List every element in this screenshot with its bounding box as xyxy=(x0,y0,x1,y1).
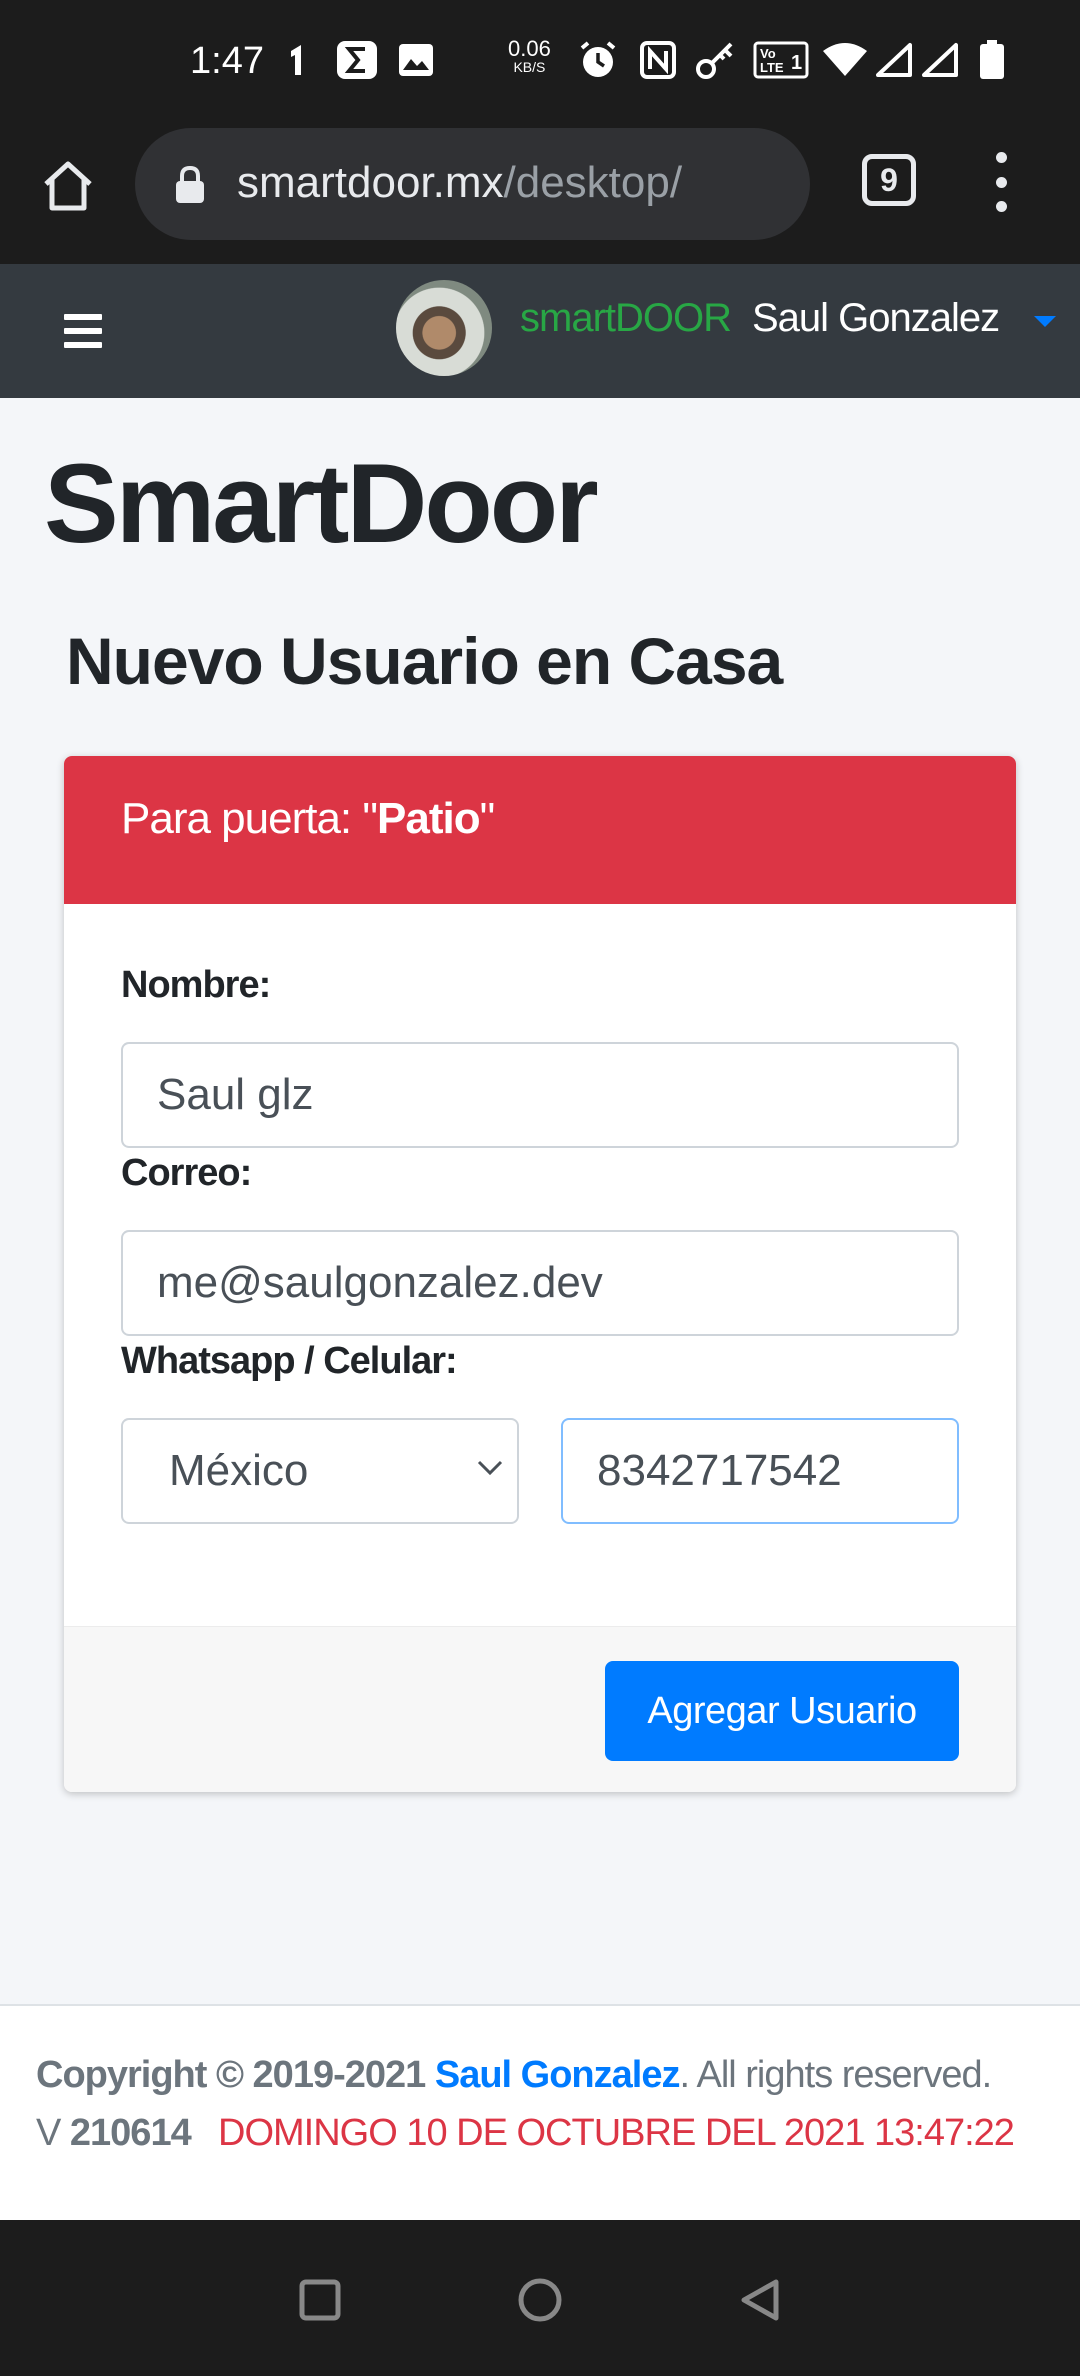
status-bar: 1:47 0.06 KB/S Vo LTE 1 xyxy=(0,0,1080,124)
vpn-key-icon xyxy=(694,40,738,80)
name-field[interactable]: Saul glz xyxy=(121,1042,959,1148)
network-speed: 0.06 KB/S xyxy=(508,38,551,76)
battery-icon xyxy=(978,40,1006,80)
svg-text:LTE: LTE xyxy=(760,60,784,75)
recents-button[interactable] xyxy=(290,2270,350,2330)
notification-icon xyxy=(284,40,312,80)
speed-unit: KB/S xyxy=(513,59,546,75)
add-user-button[interactable]: Agregar Usuario xyxy=(605,1661,959,1761)
caret-down-icon[interactable] xyxy=(1034,316,1056,327)
country-select[interactable]: México xyxy=(121,1418,519,1524)
subtitle-place: Casa xyxy=(628,624,783,698)
volte-icon: Vo LTE 1 xyxy=(752,40,810,80)
phone-field[interactable]: 8342717542 xyxy=(561,1418,959,1524)
signal-icon-2 xyxy=(920,40,960,80)
sigma-app-icon xyxy=(336,40,378,80)
home-icon xyxy=(44,161,92,211)
new-user-card: Para puerta: "Patio" Nombre: Saul glz Co… xyxy=(64,756,1016,1792)
copyright: Copyright © 2019-2021 Saul Gonzalez. All… xyxy=(36,2054,992,2097)
recents-icon xyxy=(299,2279,341,2321)
url-domain: smartdoor.mx xyxy=(237,158,504,207)
page-footer: Copyright © 2019-2021 Saul Gonzalez. All… xyxy=(0,2004,1080,2220)
copyright-prefix: Copyright © xyxy=(36,2054,253,2096)
card-footer: Agregar Usuario xyxy=(64,1626,1016,1792)
brand-name: smartDOOR xyxy=(520,296,732,340)
url-path: /desktop/ xyxy=(503,158,683,207)
page-subtitle: Nuevo Usuario en Casa xyxy=(66,628,783,694)
card-header: Para puerta: "Patio" xyxy=(64,756,1016,904)
copyright-years: 2019-2021 xyxy=(252,2054,427,2096)
nfc-icon xyxy=(638,40,678,80)
door-heading-suffix: " xyxy=(479,794,496,843)
author-link[interactable]: Saul Gonzalez xyxy=(435,2054,681,2096)
email-field[interactable]: me@saulgonzalez.dev xyxy=(121,1230,959,1336)
app-navbar: smartDOOR Saul Gonzalez xyxy=(0,264,1080,398)
url-text: smartdoor.mx/desktop/ xyxy=(237,158,682,208)
circle-home-icon xyxy=(518,2278,562,2322)
country-selected: México xyxy=(169,1446,309,1495)
browser-toolbar: smartdoor.mx/desktop/ 9 xyxy=(0,124,1080,264)
door-heading-prefix: Para puerta: " xyxy=(121,794,378,843)
address-bar[interactable]: smartdoor.mx/desktop/ xyxy=(135,128,810,240)
door-name: Patio xyxy=(377,794,481,843)
svg-text:1: 1 xyxy=(791,52,802,74)
name-label: Nombre: xyxy=(121,964,271,1006)
phone-label: Whatsapp / Celular: xyxy=(121,1340,458,1382)
rights-text: . All rights reserved. xyxy=(679,2054,992,2096)
version: V 210614 xyxy=(36,2112,192,2155)
chevron-down-icon xyxy=(477,1460,503,1476)
door-heading: Para puerta: "Patio" xyxy=(121,794,496,844)
home-button[interactable] xyxy=(36,154,100,218)
back-triangle-icon xyxy=(741,2279,779,2321)
page-title: SmartDoor xyxy=(44,441,599,566)
browser-menu-button[interactable] xyxy=(984,152,1018,212)
hamburger-menu-icon[interactable] xyxy=(64,314,102,348)
version-prefix: V xyxy=(36,2112,70,2154)
status-time: 1:47 xyxy=(190,40,264,82)
lock-icon xyxy=(175,165,205,209)
back-button[interactable] xyxy=(730,2270,790,2330)
avatar[interactable] xyxy=(396,280,492,376)
wifi-icon xyxy=(822,40,868,80)
version-number: 210614 xyxy=(69,2112,192,2154)
user-menu[interactable]: Saul Gonzalez xyxy=(752,296,1000,341)
system-nav-bar xyxy=(0,2220,1080,2376)
home-nav-button[interactable] xyxy=(510,2270,570,2330)
image-icon xyxy=(398,40,434,80)
signal-icon xyxy=(874,40,914,80)
tab-switcher-button[interactable]: 9 xyxy=(862,154,916,206)
svg-text:Vo: Vo xyxy=(760,46,776,61)
subtitle-prefix: Nuevo Usuario en xyxy=(66,624,629,698)
server-datetime: DOMINGO 10 DE OCTUBRE DEL 2021 13:47:22 xyxy=(218,2112,1015,2154)
alarm-icon xyxy=(576,40,620,80)
email-label: Correo: xyxy=(121,1152,252,1194)
